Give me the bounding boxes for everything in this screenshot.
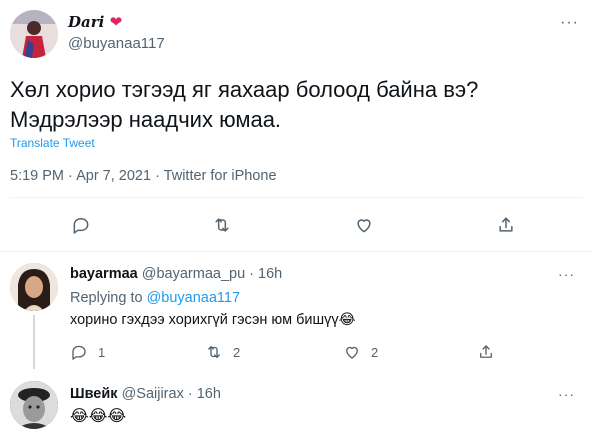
main-tweet: Dari ❤ @buyanaa117 ··· Хөл хорио тэгээд … xyxy=(0,0,593,252)
tweet-text-line-1: Хөл хорио тэгээд яг яахаар болоод байна … xyxy=(10,77,479,102)
like-icon xyxy=(346,346,358,359)
divider xyxy=(0,251,593,252)
reply-display-name: Швейк xyxy=(70,386,118,402)
reply-author-name[interactable]: bayarmaa @bayarmaa_pu · 16h xyxy=(70,266,282,282)
reply-author-avatar[interactable] xyxy=(10,263,58,311)
reply-text: 😂😂😂 xyxy=(70,408,127,425)
tweet-timestamp[interactable]: 5:19 PM · Apr 7, 2021 · Twitter for iPho… xyxy=(10,168,277,184)
retweet-icon[interactable] xyxy=(211,214,233,236)
like-count: 2 xyxy=(371,344,379,360)
heart-emoji-icon: ❤ xyxy=(109,13,123,31)
like-icon[interactable] xyxy=(353,214,375,236)
translate-tweet-link[interactable]: Translate Tweet xyxy=(10,136,95,150)
tweet-text: Хөл хорио тэгээд яг яахаар болоод байна … xyxy=(10,75,580,135)
author-handle[interactable]: @buyanaa117 xyxy=(68,35,165,52)
more-options-icon[interactable]: ··· xyxy=(558,386,575,402)
divider xyxy=(10,197,583,198)
reply-button[interactable]: 1 xyxy=(70,343,105,361)
share-icon xyxy=(480,345,492,358)
tweet-text-line-2: Мэдрэлээр наадчих юмаа. xyxy=(10,107,282,132)
share-button[interactable] xyxy=(477,343,505,361)
retweet-count: 2 xyxy=(233,344,241,360)
reply-handle-time: @Saijirax · 16h xyxy=(121,386,221,402)
author-display-name: Dari xyxy=(68,13,105,31)
author-name[interactable]: Dari ❤ xyxy=(68,13,122,31)
replying-to-handle[interactable]: @buyanaa117 xyxy=(147,290,240,306)
reply-icon xyxy=(72,345,86,360)
reply-author-avatar[interactable] xyxy=(10,381,58,429)
reply-text: хорино гэхдээ хорихгүй гэсэн юм бишүү😂 xyxy=(70,312,356,328)
reply-handle-time: @bayarmaa_pu · 16h xyxy=(141,266,283,282)
author-avatar[interactable] xyxy=(10,10,58,58)
like-button[interactable]: 2 xyxy=(343,343,378,361)
more-options-icon[interactable]: ··· xyxy=(560,14,579,32)
share-icon[interactable] xyxy=(495,214,517,236)
reply-icon[interactable] xyxy=(70,214,92,236)
more-options-icon[interactable]: ··· xyxy=(558,266,575,282)
retweet-icon xyxy=(208,346,220,358)
replying-to-label: Replying to xyxy=(70,290,147,306)
thread-line xyxy=(33,315,35,369)
replying-to: Replying to @buyanaa117 xyxy=(70,290,240,306)
reply-count: 1 xyxy=(98,344,106,360)
retweet-button[interactable]: 2 xyxy=(205,343,240,361)
reply-display-name: bayarmaa xyxy=(70,266,138,282)
reply-author-name[interactable]: Швейк @Saijirax · 16h xyxy=(70,386,221,402)
